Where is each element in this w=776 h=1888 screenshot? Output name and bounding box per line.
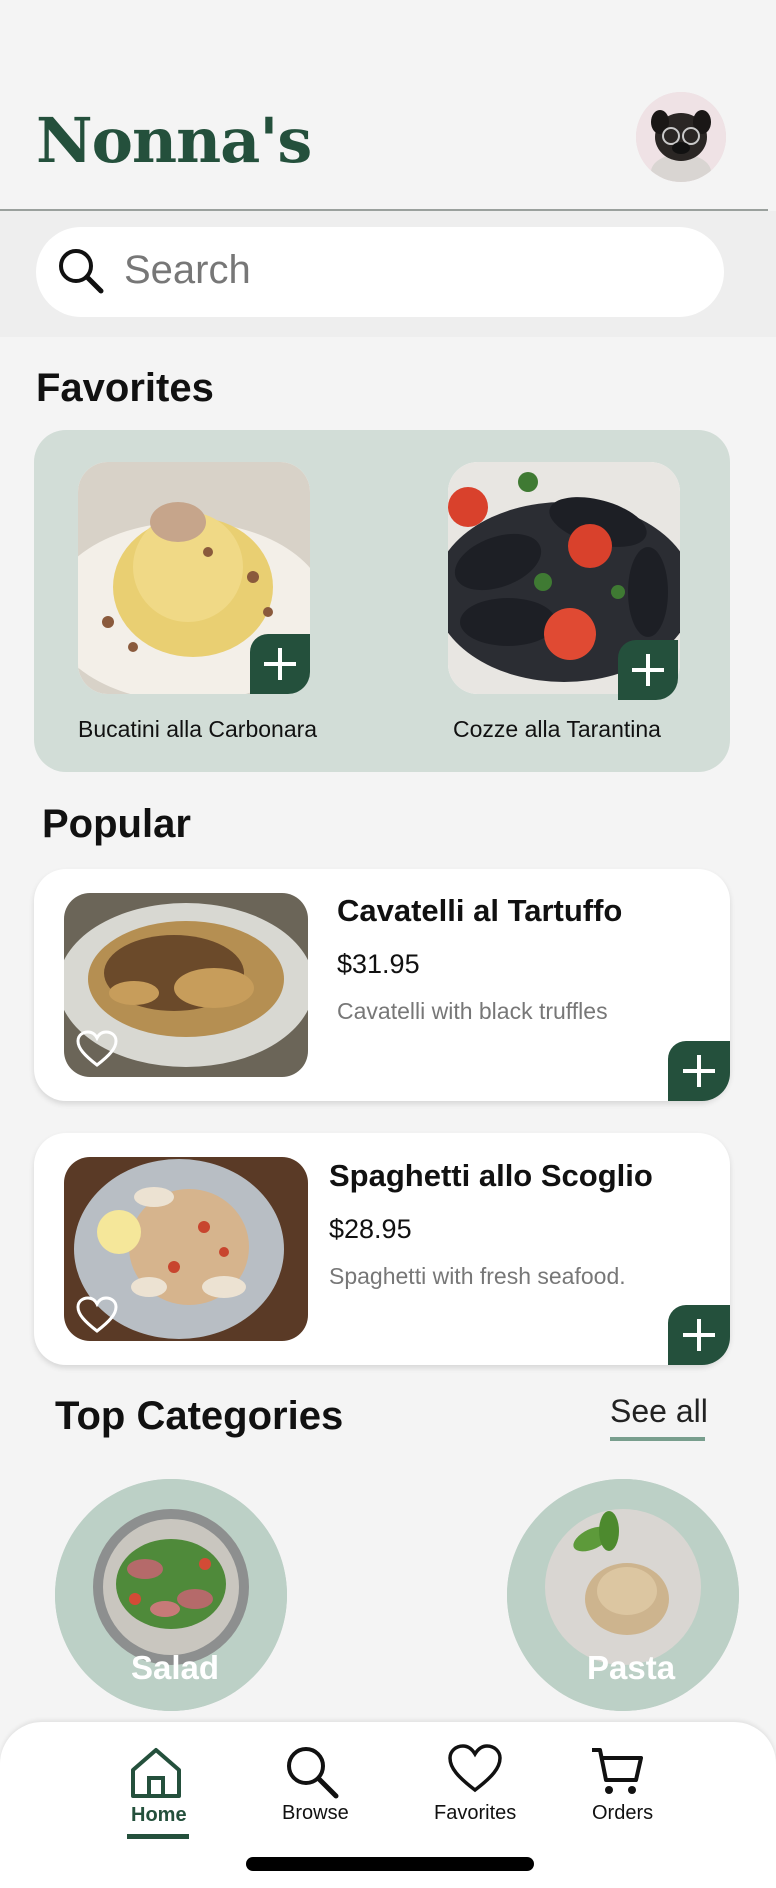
nav-label-favorites[interactable]: Favorites: [434, 1802, 516, 1825]
category-label: Pasta: [587, 1649, 676, 1686]
favorite-heart-icon[interactable]: [76, 1296, 118, 1334]
dish-name: Cavatelli al Tartuffo: [337, 893, 623, 928]
nav-item-favorites[interactable]: [448, 1744, 502, 1799]
nav-label-browse[interactable]: Browse: [282, 1802, 349, 1825]
add-favorite-button[interactable]: [618, 640, 678, 700]
add-favorite-button[interactable]: [250, 634, 310, 694]
logo-text: Nonna's: [36, 104, 312, 177]
search-placeholder[interactable]: Search: [124, 247, 251, 293]
nav-item-home[interactable]: [128, 1746, 184, 1805]
favorites-title: Favorites: [36, 366, 214, 410]
dish-price: $31.95: [337, 949, 420, 979]
nav-label-orders[interactable]: Orders: [592, 1802, 653, 1825]
top-categories-title: Top Categories: [55, 1394, 344, 1438]
search-icon: [287, 1747, 339, 1799]
category-label: Salad: [131, 1649, 220, 1686]
dish-description: Spaghetti with fresh seafood.: [329, 1263, 626, 1289]
cart-icon: [592, 1748, 643, 1794]
plus-icon: [683, 1055, 715, 1087]
nav-item-browse[interactable]: [284, 1744, 340, 1805]
category-salad[interactable]: Salad: [55, 1479, 287, 1711]
favorite-item-name[interactable]: Bucatini alla Carbonara: [78, 716, 317, 743]
add-to-order-button[interactable]: [668, 1305, 730, 1365]
avatar[interactable]: [636, 92, 726, 182]
favorite-heart-icon[interactable]: [76, 1030, 118, 1068]
category-pasta[interactable]: Pasta: [507, 1479, 739, 1711]
plus-icon: [632, 654, 664, 686]
dish-description: Cavatelli with black truffles: [337, 998, 608, 1024]
app-logo[interactable]: Nonna's: [36, 104, 312, 177]
pug-avatar-image: [636, 92, 726, 182]
see-all-link[interactable]: See all: [610, 1393, 708, 1430]
active-nav-indicator: [127, 1834, 189, 1839]
home-icon: [131, 1748, 181, 1798]
home-indicator: [246, 1857, 534, 1871]
add-to-order-button[interactable]: [668, 1041, 730, 1101]
plus-icon: [264, 648, 296, 680]
popular-title: Popular: [42, 802, 191, 846]
see-all-underline: [610, 1437, 705, 1441]
dish-name: Spaghetti allo Scoglio: [329, 1158, 653, 1193]
nav-label-home[interactable]: Home: [131, 1804, 187, 1827]
dish-price: $28.95: [329, 1214, 412, 1244]
nav-item-orders[interactable]: [590, 1744, 644, 1803]
heart-icon: [448, 1744, 502, 1793]
plus-icon: [683, 1319, 715, 1351]
favorite-item-name[interactable]: Cozze alla Tarantina: [453, 716, 661, 743]
search-icon: [59, 249, 104, 294]
